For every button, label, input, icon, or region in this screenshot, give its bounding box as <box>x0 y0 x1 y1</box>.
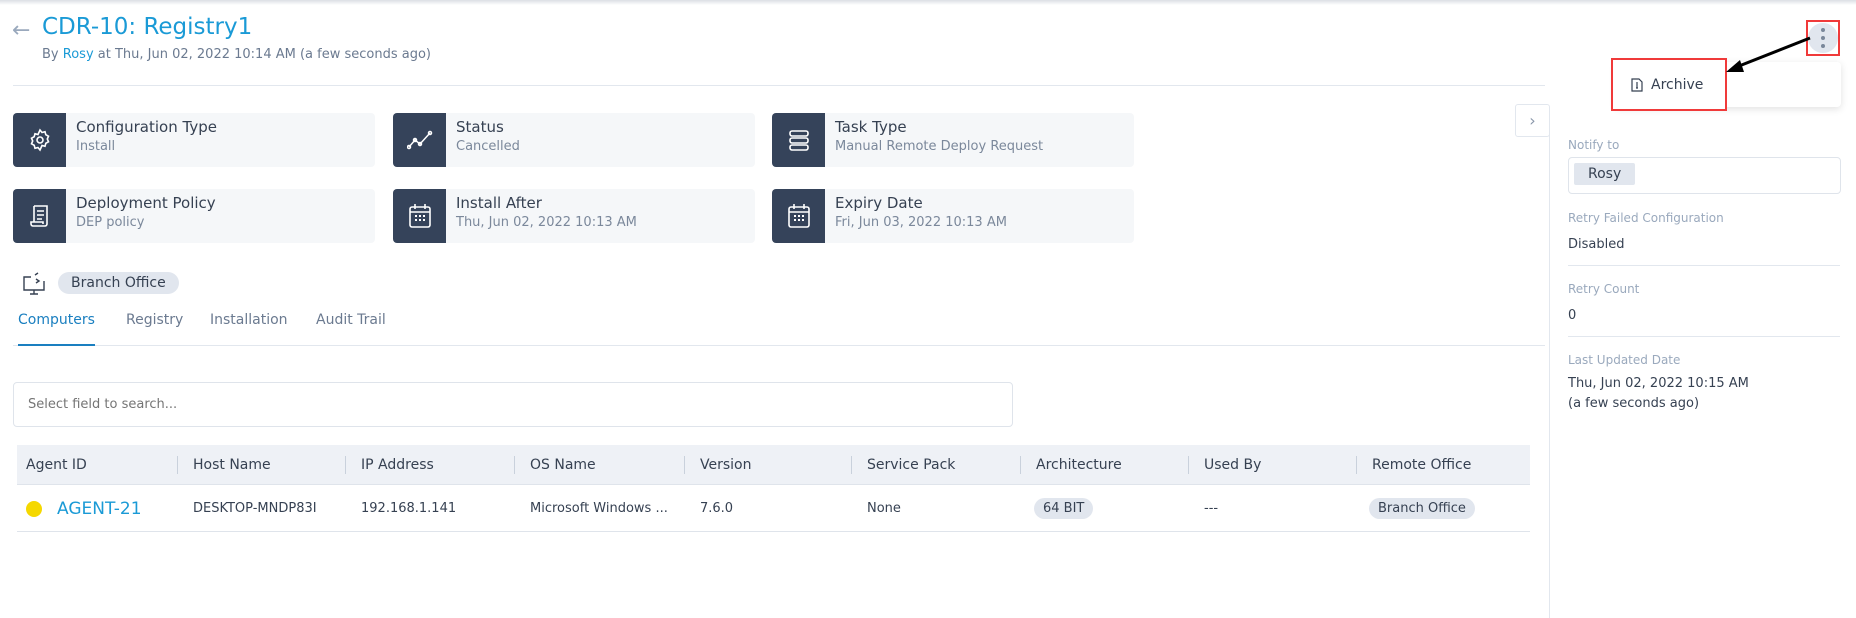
card-title: Deployment Policy <box>76 194 216 212</box>
notify-label: Notify to <box>1568 138 1620 152</box>
service-pack: None <box>867 501 901 516</box>
tab-registry[interactable]: Registry <box>126 312 183 346</box>
table-header: Agent ID Host Name IP Address OS Name Ve… <box>17 445 1530 485</box>
col-used-by[interactable]: Used By <box>1204 445 1261 484</box>
menu-item-archive[interactable]: Archive <box>1611 58 1727 111</box>
top-shadow <box>0 0 1856 5</box>
col-host-name[interactable]: Host Name <box>193 445 271 484</box>
page-title: CDR-10: Registry1 <box>42 14 253 40</box>
calendar-icon <box>393 189 446 243</box>
page-subtitle: By Rosy at Thu, Jun 02, 2022 10:14 AM (a… <box>42 47 431 62</box>
notify-input[interactable]: Rosy <box>1568 157 1841 194</box>
notify-chip: Rosy <box>1574 163 1636 185</box>
col-os-name[interactable]: OS Name <box>530 445 596 484</box>
search-input[interactable] <box>13 382 1013 427</box>
agent-id-link[interactable]: AGENT-21 <box>57 486 142 531</box>
col-agent-id[interactable]: Agent ID <box>26 445 87 484</box>
col-service-pack[interactable]: Service Pack <box>867 445 955 484</box>
retry-count-label: Retry Count <box>1568 282 1640 296</box>
kebab-icon <box>1821 28 1825 48</box>
col-architecture[interactable]: Architecture <box>1036 445 1122 484</box>
annotation-arrow <box>1726 36 1811 72</box>
card-title: Configuration Type <box>76 118 217 136</box>
tab-computers[interactable]: Computers <box>18 312 95 346</box>
back-arrow-icon[interactable]: ← <box>12 18 30 43</box>
retry-failed-value: Disabled <box>1568 237 1625 252</box>
card-value: Install <box>76 139 116 154</box>
table-row: AGENT-21 DESKTOP-MNDP83I 192.168.1.141 M… <box>17 486 1530 532</box>
card-value: Manual Remote Deploy Request <box>835 139 1044 154</box>
card-install-after: Install After Thu, Jun 02, 2022 10:13 AM <box>393 189 755 243</box>
tab-bar: Computers Registry Installation Audit Tr… <box>13 312 1545 346</box>
tab-audit-trail[interactable]: Audit Trail <box>316 312 386 346</box>
scroll-icon <box>13 189 66 243</box>
last-updated-value: Thu, Jun 02, 2022 10:15 AM <box>1568 376 1749 391</box>
used-by: --- <box>1204 501 1219 516</box>
header-divider <box>13 85 1545 86</box>
created-relative: (a few seconds ago) <box>299 47 432 62</box>
archive-label: Archive <box>1651 76 1704 93</box>
chevron-right-icon: › <box>1529 111 1536 130</box>
calendar-icon <box>772 189 825 243</box>
gear-icon <box>13 113 66 167</box>
card-title: Task Type <box>835 118 907 136</box>
created-at: at Thu, Jun 02, 2022 10:14 AM <box>97 47 296 62</box>
sidebar-divider <box>1549 120 1550 618</box>
trend-icon <box>393 113 446 167</box>
card-expiry-date: Expiry Date Fri, Jun 03, 2022 10:13 AM <box>772 189 1134 243</box>
card-value: Fri, Jun 03, 2022 10:13 AM <box>835 215 1007 230</box>
card-status: Status Cancelled <box>393 113 755 167</box>
card-configuration-type: Configuration Type Install <box>13 113 375 167</box>
retry-failed-label: Retry Failed Configuration <box>1568 211 1724 225</box>
os-name: Microsoft Windows ... <box>530 501 668 516</box>
remote-office-chip: Branch Office <box>58 272 179 294</box>
card-value: DEP policy <box>76 215 145 230</box>
collapse-sidebar-button[interactable]: › <box>1515 104 1550 137</box>
col-ip-address[interactable]: IP Address <box>361 445 434 484</box>
last-updated-label: Last Updated Date <box>1568 353 1681 367</box>
col-remote-office[interactable]: Remote Office <box>1372 445 1471 484</box>
archive-file-icon <box>1631 77 1643 92</box>
task-icon <box>772 113 825 167</box>
last-updated-relative: (a few seconds ago) <box>1568 396 1700 411</box>
architecture-chip: 64 BIT <box>1034 498 1094 519</box>
host-name: DESKTOP-MNDP83I <box>193 501 317 516</box>
by-label: By <box>42 47 59 62</box>
card-title: Expiry Date <box>835 194 923 212</box>
sidebar-divider-line <box>1568 336 1840 337</box>
status-dot <box>26 486 42 531</box>
sidebar-divider-line <box>1568 265 1840 266</box>
card-title: Status <box>456 118 504 136</box>
col-version[interactable]: Version <box>700 445 751 484</box>
version: 7.6.0 <box>700 501 734 516</box>
card-value: Thu, Jun 02, 2022 10:13 AM <box>456 215 637 230</box>
ip-address: 192.168.1.141 <box>361 501 457 516</box>
author-link[interactable]: Rosy <box>63 47 94 62</box>
remote-office-icon <box>22 271 48 301</box>
card-task-type: Task Type Manual Remote Deploy Request <box>772 113 1134 167</box>
remote-office-chip: Branch Office <box>1369 498 1475 519</box>
retry-count-value: 0 <box>1568 308 1577 323</box>
card-title: Install After <box>456 194 542 212</box>
card-deployment-policy: Deployment Policy DEP policy <box>13 189 375 243</box>
tab-installation[interactable]: Installation <box>210 312 288 346</box>
card-value: Cancelled <box>456 139 520 154</box>
